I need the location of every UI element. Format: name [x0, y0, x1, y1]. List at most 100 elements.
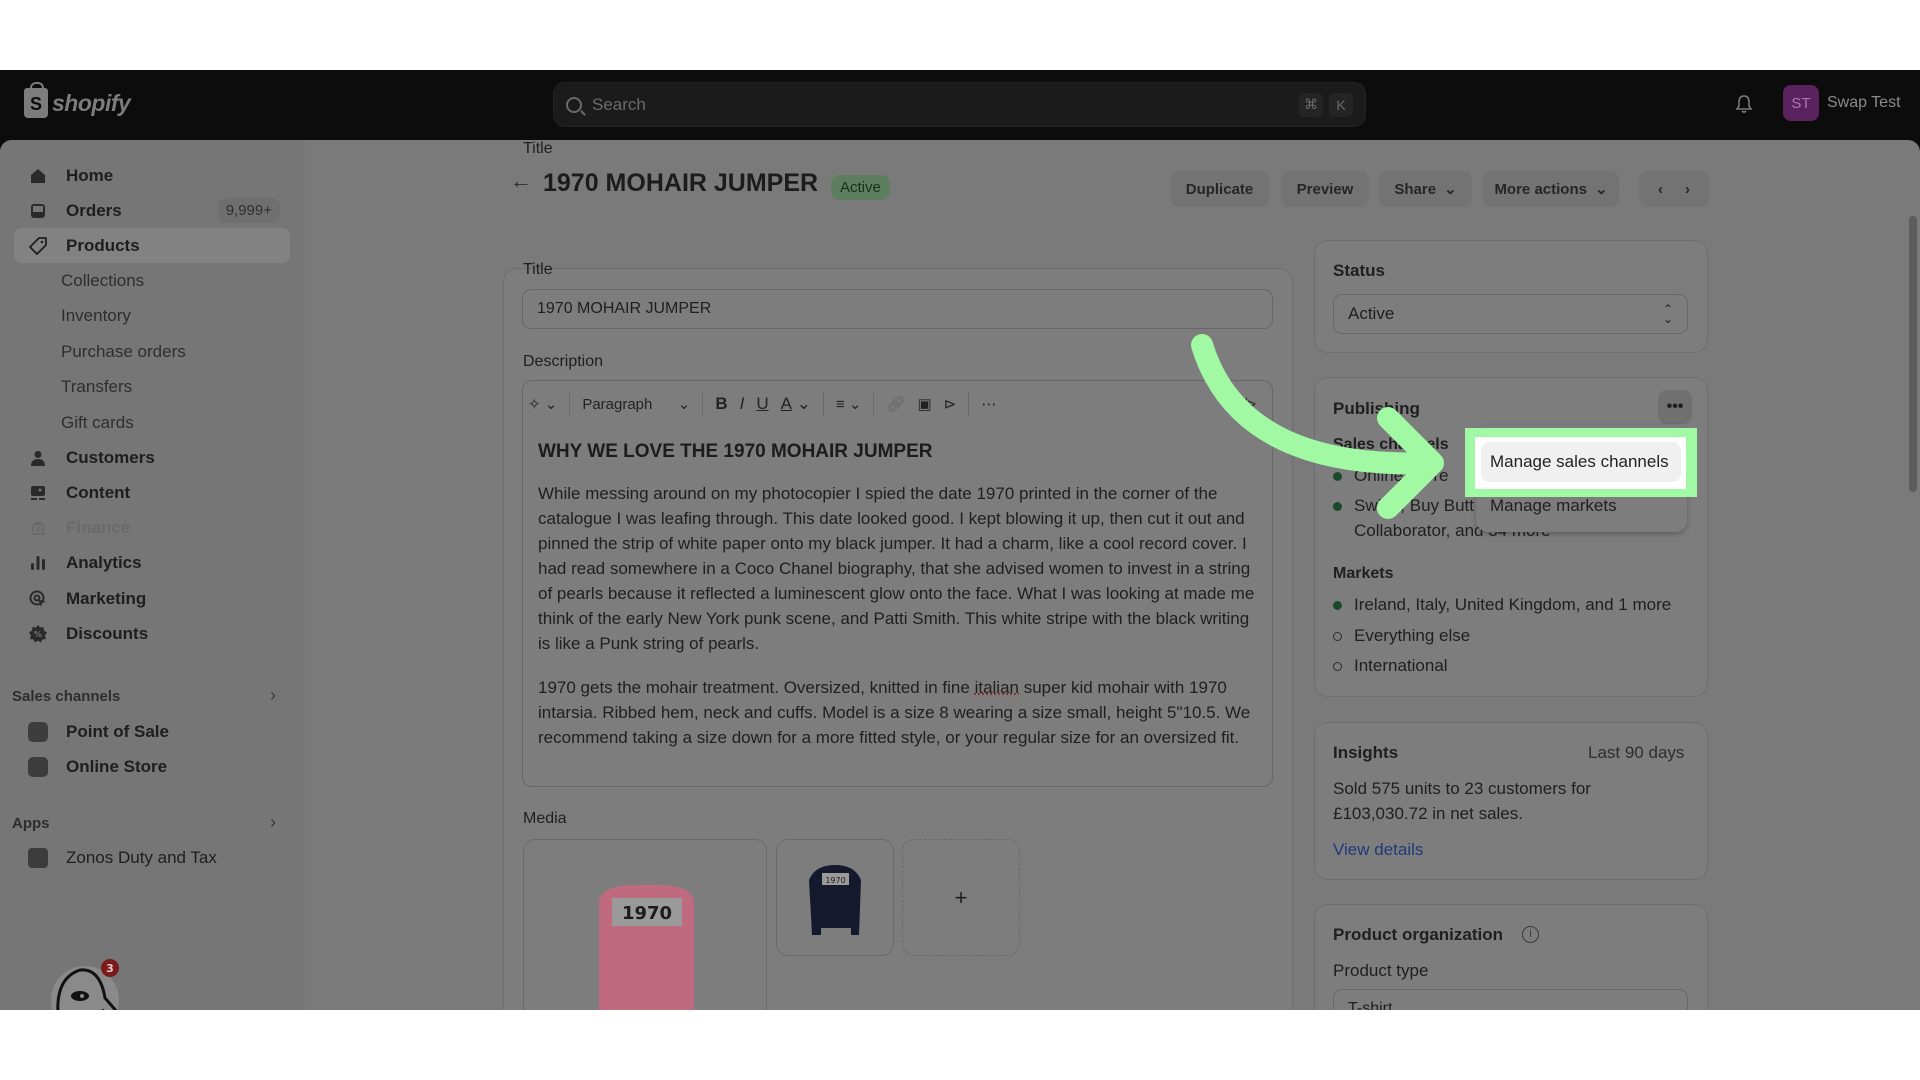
sidebar-item-label: Orders — [66, 200, 122, 220]
duplicate-button[interactable]: Duplicate — [1170, 171, 1269, 207]
share-label: Share — [1394, 180, 1437, 198]
toolbar-divider — [873, 392, 875, 416]
sidebar-subitem-inventory[interactable]: Inventory — [61, 306, 131, 326]
back-arrow-icon[interactable]: ← — [510, 168, 532, 194]
underline-icon[interactable]: U — [750, 389, 774, 419]
code-view-icon[interactable]: </> — [1228, 389, 1262, 419]
pager-buttons: ‹ › — [1639, 171, 1709, 207]
sidebar-item-label: Products — [66, 235, 140, 255]
duplicate-label: Duplicate — [1185, 180, 1254, 198]
title-value: 1970 MOHAIR JUMPER — [537, 300, 712, 317]
shopify-logo[interactable]: S shopify — [24, 82, 131, 118]
sidebar-item-customers[interactable]: Customers — [14, 440, 290, 475]
ai-magic-icon[interactable]: ✧ ⌄ — [522, 389, 563, 419]
paragraph-select[interactable]: Paragraph ⌄ — [576, 389, 696, 419]
user-menu[interactable]: ST Swap Test — [1783, 85, 1901, 121]
more-actions-button[interactable]: More actions ⌄ — [1483, 171, 1619, 207]
cmd-key-hint: ⌘ — [1299, 92, 1323, 117]
navy-jumper-image: 1970 — [809, 865, 861, 935]
sidebar-item-analytics[interactable]: Analytics — [14, 545, 290, 580]
sidebar-subitem-gift-cards[interactable]: Gift cards — [61, 413, 134, 433]
active-dot-icon — [1333, 471, 1342, 481]
publishing-more-button[interactable]: ••• — [1658, 390, 1692, 424]
align-icon[interactable]: ≡ ⌄ — [830, 389, 868, 419]
user-avatar: ST — [1783, 85, 1819, 121]
sidebar-item-orders[interactable]: Orders 9,999+ — [14, 193, 290, 228]
sidebar-item-content[interactable]: Content — [14, 475, 290, 510]
bottom-margin — [0, 1010, 1920, 1080]
channel-row: Online Store — [1333, 466, 1449, 486]
previous-product-icon[interactable]: ‹ — [1658, 181, 1663, 198]
editor-toolbar: ✧ ⌄ Paragraph ⌄ B I U A ⌄ ≡ ⌄ 🔗︎ ▣ ⊳ ⋯ </… — [522, 384, 1272, 424]
target-icon — [28, 589, 48, 609]
sidebar-item-discounts[interactable]: % Discounts — [14, 616, 290, 651]
sidebar-item-products[interactable]: Products — [14, 228, 290, 263]
description-text: 1970 gets the mohair treatment. Oversize… — [538, 678, 975, 697]
insights-heading: Insights — [1333, 743, 1399, 762]
sales-channels-label: Sales channels — [1333, 436, 1449, 453]
sidebar-item-label: Discounts — [66, 623, 149, 643]
market-name: Ireland, Italy, United Kingdom, and 1 mo… — [1354, 595, 1672, 614]
media-thumbnail[interactable]: 1970 — [776, 839, 894, 956]
chevron-right-icon[interactable]: › — [270, 812, 276, 833]
user-name: Swap Test — [1827, 94, 1901, 111]
svg-text:%: % — [34, 630, 42, 639]
view-details-link[interactable]: View details — [1333, 840, 1423, 860]
bold-icon[interactable]: B — [709, 389, 733, 419]
misspelled-word[interactable]: italian — [975, 678, 1019, 697]
sidebar-item-zonos[interactable]: Zonos Duty and Tax — [14, 840, 290, 875]
sidebar-subitem-transfers[interactable]: Transfers — [61, 377, 132, 397]
chevron-down-icon: ⌄ — [677, 396, 691, 413]
chevron-down-icon: ⌄ — [1594, 181, 1608, 198]
apps-heading[interactable]: Apps — [12, 815, 50, 832]
manage-markets-item[interactable]: Manage markets — [1490, 496, 1617, 516]
sidebar-item-label: Content — [66, 482, 131, 502]
preview-label: Preview — [1296, 180, 1354, 198]
active-dot-icon — [1333, 501, 1342, 511]
add-media-button[interactable]: + — [902, 839, 1020, 956]
insights-summary-line-1: Sold 575 units to 23 customers for — [1333, 779, 1591, 798]
info-icon[interactable]: i — [1522, 926, 1539, 943]
insert-video-icon[interactable]: ⊳ — [938, 389, 963, 419]
preview-button[interactable]: Preview — [1281, 171, 1369, 207]
share-button[interactable]: Share ⌄ — [1379, 171, 1472, 207]
next-product-icon[interactable]: › — [1685, 181, 1690, 198]
sidebar-item-label: Zonos Duty and Tax — [66, 847, 217, 867]
more-formatting-icon[interactable]: ⋯ — [975, 389, 1002, 419]
image-icon — [28, 483, 48, 503]
select-arrows-icon: ⌃ ⌄ — [1662, 302, 1673, 326]
manage-sales-channels-label: Manage sales channels — [1490, 452, 1669, 471]
sidebar-item-finance[interactable]: Finance — [14, 510, 290, 545]
manage-sales-channels-item[interactable]: Manage sales channels — [1481, 442, 1681, 482]
notification-count: 3 — [106, 962, 114, 975]
tag-icon — [28, 236, 48, 256]
media-main-image[interactable]: 1970 — [523, 839, 767, 1019]
description-heading: WHY WE LOVE THE 1970 MOHAIR JUMPER — [538, 441, 933, 462]
sidebar-item-point-of-sale[interactable]: Point of Sale — [14, 714, 290, 749]
assistant-mascot-icon[interactable]: 3 — [50, 958, 130, 1010]
title-label: Title — [523, 140, 553, 157]
sales-channels-heading[interactable]: Sales channels — [12, 688, 120, 705]
toolbar-divider — [702, 392, 704, 416]
sidebar-item-label: Finance — [66, 517, 131, 537]
title-input[interactable]: 1970 MOHAIR JUMPER — [522, 289, 1273, 329]
page-scrollbar[interactable] — [1909, 216, 1917, 492]
search-input[interactable]: Search ⌘ K — [553, 82, 1366, 127]
italic-icon[interactable]: I — [734, 389, 751, 419]
chevron-right-icon[interactable]: › — [270, 685, 276, 706]
sidebar-item-online-store[interactable]: Online Store — [14, 749, 290, 784]
sidebar-item-marketing[interactable]: Marketing — [14, 581, 290, 616]
status-select[interactable]: Active ⌃ ⌄ — [1333, 294, 1688, 334]
k-key-hint: K — [1329, 92, 1353, 117]
bell-icon[interactable] — [1735, 94, 1753, 114]
text-color-icon[interactable]: A ⌄ — [775, 389, 817, 419]
sidebar-item-home[interactable]: Home — [14, 158, 290, 193]
sidebar-subitem-purchase-orders[interactable]: Purchase orders — [61, 342, 186, 362]
channel-row: Swipe, Buy Butt — [1333, 496, 1474, 516]
top-bar: S shopify Search ⌘ K ST Swap Test — [0, 70, 1920, 140]
market-name: Everything else — [1354, 626, 1471, 645]
insert-image-icon[interactable]: ▣ — [911, 389, 937, 419]
link-icon[interactable]: 🔗︎ — [880, 389, 911, 419]
sidebar-subitem-collections[interactable]: Collections — [61, 271, 144, 291]
status-select-value: Active — [1348, 304, 1395, 323]
